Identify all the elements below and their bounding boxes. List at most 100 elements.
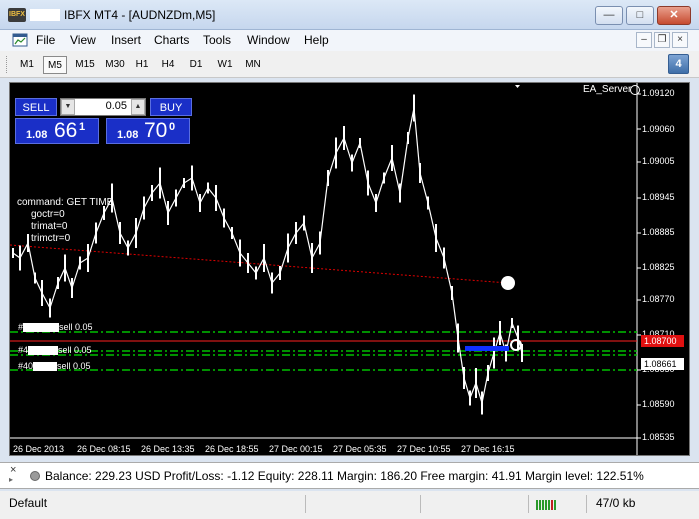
tf-mn[interactable]: MN (242, 56, 264, 74)
price-tick: 1.08945 (642, 192, 675, 202)
price-tick: 1.08590 (642, 399, 675, 409)
command-line: command: GET TIME (17, 197, 114, 208)
maximize-button[interactable]: □ (626, 6, 654, 25)
menu-file[interactable]: File (36, 33, 55, 47)
order-mask (23, 323, 60, 333)
status-bar: Default 47/0 kb (0, 491, 699, 519)
connection-bars-icon[interactable] (536, 497, 558, 510)
tf-w1[interactable]: W1 (214, 56, 236, 74)
menu-tools[interactable]: Tools (203, 33, 231, 47)
order-label[interactable]: #4 sell 0.05 (18, 345, 92, 356)
terminal-side-grip[interactable]: ▸ (9, 475, 13, 484)
sell-button[interactable]: SELL (15, 98, 57, 116)
chart-window-icon[interactable] (12, 33, 28, 47)
minimize-button[interactable]: — (595, 6, 623, 25)
menu-insert[interactable]: Insert (111, 33, 141, 47)
price-tick: 1.08885 (642, 227, 675, 237)
close-button[interactable]: ✕ (657, 6, 691, 25)
goctr-line: goctr=0 (31, 209, 65, 220)
order-prefix: #4 (18, 345, 29, 355)
time-tick: 26 Dec 18:55 (205, 444, 259, 454)
lot-size-value[interactable]: 0.05 (79, 100, 127, 112)
bid-price-button[interactable]: 1.08 66 1 (15, 118, 99, 144)
time-tick: 26 Dec 13:35 (141, 444, 195, 454)
buy-button[interactable]: BUY (150, 98, 192, 116)
bid-price-fraction: 1 (79, 121, 86, 133)
ask-price-button[interactable]: 1.08 70 0 (106, 118, 190, 144)
time-tick: 27 Dec 16:15 (461, 444, 515, 454)
menu-bar: File View Insert Charts Tools Window Hel… (0, 30, 699, 51)
order-label[interactable]: # sell 0.05 (18, 322, 93, 333)
time-tick: 27 Dec 05:35 (333, 444, 387, 454)
price-tick: 1.09120 (642, 88, 675, 98)
price-tick: 1.09060 (642, 124, 675, 134)
window-title: IBFX MT4 - [AUDNZDm,M5] (64, 8, 216, 22)
mdi-restore-button[interactable]: ❐ (654, 32, 670, 48)
tf-m5[interactable]: M5 (43, 56, 67, 74)
lot-increase-icon[interactable]: ▲ (131, 99, 145, 115)
price-line (12, 107, 523, 404)
price-tick: 1.08770 (642, 294, 675, 304)
order-label[interactable]: #40 sell 0.05 (18, 361, 91, 372)
expert-advisor-name: EA_Server (583, 84, 632, 95)
status-divider (420, 495, 421, 513)
lot-size-stepper[interactable]: ▼ 0.05 ▲ (60, 98, 146, 116)
ask-price-prefix: 1.08 (117, 129, 139, 141)
time-tick: 27 Dec 10:55 (397, 444, 451, 454)
tf-d1[interactable]: D1 (186, 56, 206, 74)
trade-point-icon (501, 276, 515, 290)
order-text: sell 0.05 (59, 322, 93, 332)
bid-price-badge: 1.08700 (641, 335, 684, 347)
order-mask (33, 362, 58, 372)
time-tick: 27 Dec 00:15 (269, 444, 323, 454)
tf-m30[interactable]: M30 (102, 56, 128, 74)
menu-help[interactable]: Help (304, 33, 329, 47)
order-text: sell 0.05 (58, 345, 92, 355)
price-tick: 1.08535 (642, 432, 675, 442)
trimat-line: trimat=0 (31, 221, 68, 232)
tf-m1[interactable]: M1 (16, 56, 38, 74)
order-mask (28, 346, 59, 356)
profile-name: Default (9, 496, 48, 510)
time-tick: 26 Dec 08:15 (77, 444, 131, 454)
timeframe-toolbar: M1 M5 M15 M30 H1 H4 D1 W1 MN 4 (0, 51, 699, 78)
price-tick: 1.09005 (642, 156, 675, 166)
terminal-panel: × ▸ Balance: 229.23 USD Profit/Loss: -1.… (0, 462, 699, 489)
trimctr-line: trimctr=0 (31, 233, 71, 244)
status-divider (528, 495, 529, 513)
price-tick: 1.08825 (642, 262, 675, 272)
app-icon: IBFX (8, 8, 26, 22)
price-chart[interactable]: SELL ▼ 0.05 ▲ BUY 1.08 66 1 1.08 70 0 EA… (9, 82, 690, 456)
toolbar-grip[interactable] (6, 56, 8, 73)
menu-view[interactable]: View (70, 33, 96, 47)
title-bar: IBFX IBFX MT4 - [AUDNZDm,M5] — □ ✕ (0, 0, 699, 30)
menu-charts[interactable]: Charts (154, 33, 189, 47)
ask-price-fraction: 0 (169, 121, 176, 133)
tf-m15[interactable]: M15 (72, 56, 98, 74)
smile-icon[interactable] (630, 85, 640, 95)
tf-h4[interactable]: H4 (158, 56, 178, 74)
traffic-counter: 47/0 kb (596, 496, 636, 510)
trend-line (10, 244, 509, 284)
one-click-trade-panel: SELL ▼ 0.05 ▲ BUY 1.08 66 1 1.08 70 0 (13, 96, 192, 145)
shift-marker-icon (515, 85, 520, 88)
last-price-badge: 1.08661 (641, 358, 684, 370)
mdi-minimize-button[interactable]: – (636, 32, 652, 48)
order-prefix: #40 (18, 361, 34, 371)
order-marker (465, 346, 509, 351)
lot-decrease-icon[interactable]: ▼ (61, 99, 75, 115)
account-mask (30, 9, 60, 21)
status-divider (305, 495, 306, 513)
ask-price-pips: 70 (144, 119, 168, 142)
time-tick: 26 Dec 2013 (13, 444, 65, 454)
menu-window[interactable]: Window (247, 33, 290, 47)
messages-icon[interactable]: 4 (668, 54, 689, 74)
balance-icon (30, 471, 40, 481)
bid-price-pips: 66 (54, 119, 78, 142)
tf-h1[interactable]: H1 (132, 56, 152, 74)
order-text: sell 0.05 (57, 361, 91, 371)
mdi-close-button[interactable]: × (672, 32, 688, 48)
status-divider (586, 495, 587, 513)
bid-price-prefix: 1.08 (26, 129, 48, 141)
account-summary: Balance: 229.23 USD Profit/Loss: -1.12 E… (45, 469, 644, 483)
